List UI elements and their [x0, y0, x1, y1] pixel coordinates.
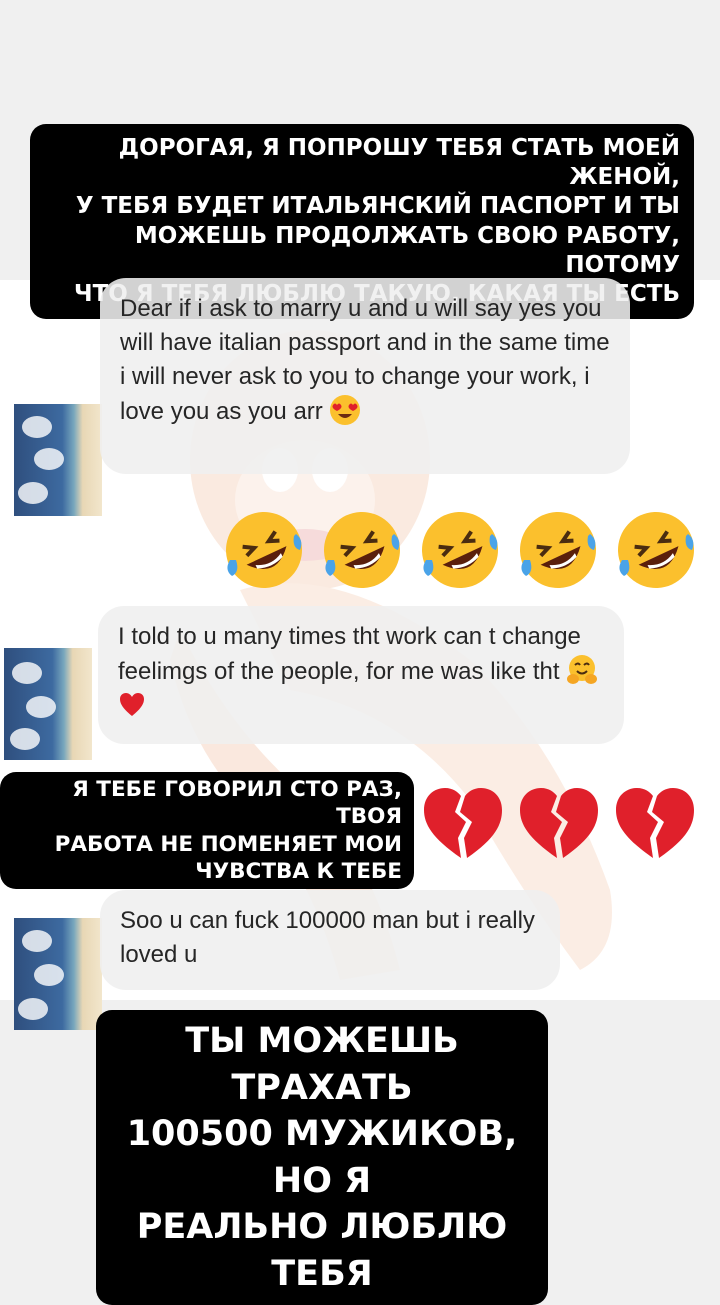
- broken-heart-row: [420, 782, 698, 862]
- rolling-on-floor-laughing-icon: [618, 512, 694, 588]
- broken-heart-icon: [520, 788, 598, 858]
- message-text-1: Dear if i ask to marry u and u will say …: [120, 295, 610, 426]
- avatar: [4, 648, 92, 760]
- message-bubble-1: Dear if i ask to marry u and u will say …: [100, 278, 630, 474]
- laughing-emoji-row: [222, 508, 698, 592]
- rolling-on-floor-laughing-icon: [226, 512, 302, 588]
- caption-bottom: ТЫ МОЖЕШЬ ТРАХАТЬ 100500 МУЖИКОВ, НО Я Р…: [96, 1010, 548, 1305]
- broken-heart-icon: [424, 788, 502, 858]
- avatar: [14, 404, 102, 516]
- heart-eyes-icon: [330, 395, 361, 426]
- broken-heart-icon: [616, 788, 694, 858]
- avatar: [14, 918, 102, 1030]
- message-bubble-3: Soo u can fuck 100000 man but i really l…: [100, 890, 560, 990]
- caption-middle: Я ТЕБЕ ГОВОРИЛ СТО РАЗ, ТВОЯ РАБОТА НЕ П…: [0, 772, 414, 890]
- rolling-on-floor-laughing-icon: [520, 512, 596, 588]
- message-bubble-2: I told to u many times tht work can t ch…: [98, 606, 624, 744]
- message-text-3: Soo u can fuck 100000 man but i really l…: [120, 907, 535, 969]
- rolling-on-floor-laughing-icon: [324, 512, 400, 588]
- message-text-2: I told to u many times tht work can t ch…: [118, 623, 581, 686]
- hugging-face-icon: [567, 655, 598, 685]
- red-heart-icon: [120, 693, 144, 717]
- rolling-on-floor-laughing-icon: [422, 512, 498, 588]
